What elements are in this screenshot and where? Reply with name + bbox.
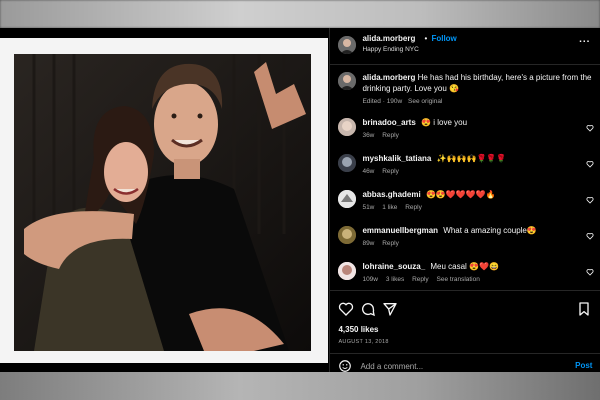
- author-username[interactable]: alida.morberg: [362, 34, 415, 43]
- polaroid-frame: [0, 38, 328, 363]
- post-header: alida.morberg • Follow Happy Ending NYC …: [330, 28, 600, 65]
- comment-like-heart-icon[interactable]: [586, 124, 594, 132]
- comment-username[interactable]: lohraine_souza_: [362, 262, 425, 271]
- comment-username[interactable]: brinadoo_arts: [362, 118, 415, 127]
- comment-body: myshkalik_tatiana ✨🙌🙌🙌🌹🌹🌹: [362, 154, 506, 163]
- comment-likes[interactable]: 1 like: [382, 204, 397, 211]
- more-options-icon[interactable]: ...: [579, 34, 590, 45]
- comment-username[interactable]: emmanuellbergman: [362, 226, 438, 235]
- comment-input[interactable]: [360, 359, 541, 373]
- comment-item: lohraine_souza_ Meu casal 😍❤️😄 109w 3 li…: [330, 260, 600, 294]
- comment-meta: 89w Reply: [362, 240, 398, 247]
- comment-meta: 109w 3 likes Reply See translation: [362, 276, 479, 283]
- caption-username[interactable]: alida.morberg: [362, 73, 415, 82]
- follow-button[interactable]: Follow: [431, 34, 456, 43]
- comment-likes[interactable]: 3 likes: [386, 276, 404, 283]
- comment-item: abbas.ghademi 😍😍❤️❤️❤️❤️🔥 51w 1 like Rep…: [330, 188, 600, 222]
- couple-photo-illustration: [14, 54, 311, 351]
- comment-item: myshkalik_tatiana ✨🙌🙌🙌🌹🌹🌹 46w Reply: [330, 152, 600, 186]
- divider: [330, 353, 600, 354]
- comment-text: Meu casal 😍❤️😄: [430, 262, 499, 271]
- comment-text: What a amazing couple😍: [443, 226, 537, 235]
- comment-text: 😍 i love you: [421, 118, 468, 127]
- post-side-panel: alida.morberg • Follow Happy Ending NYC …: [329, 28, 600, 373]
- heart-outline-icon[interactable]: [338, 301, 354, 317]
- header-dot: •: [424, 34, 428, 43]
- caption-age: 190w: [386, 98, 403, 105]
- caption-sep: ·: [382, 98, 385, 105]
- caption-avatar[interactable]: [338, 72, 357, 90]
- comment-text: 😍😍❤️❤️❤️❤️🔥: [425, 190, 496, 199]
- reply-button[interactable]: Reply: [405, 204, 422, 211]
- caption-edited: Edited: [362, 98, 381, 105]
- comment-item: brinadoo_arts 😍 i love you 36w Reply: [330, 116, 600, 150]
- post-location[interactable]: Happy Ending NYC: [362, 46, 418, 53]
- comment-avatar[interactable]: [338, 154, 357, 172]
- comment-like-heart-icon[interactable]: [586, 268, 594, 276]
- paper-plane-icon[interactable]: [382, 301, 398, 317]
- post-footer: 4,350 likes AUGUST 13, 2018 Post: [330, 290, 600, 373]
- comment-meta: 36w Reply: [362, 132, 398, 139]
- blurred-background-top: [0, 0, 600, 28]
- post-comment-button[interactable]: Post: [575, 361, 592, 370]
- author-avatar[interactable]: [338, 36, 357, 54]
- post-caption: alida.morberg He has had his birthday, h…: [330, 70, 600, 110]
- reply-button[interactable]: Reply: [382, 240, 399, 247]
- comment-age: 46w: [362, 168, 375, 175]
- comment-meta: 46w Reply: [362, 168, 398, 175]
- comment-avatar[interactable]: [338, 226, 357, 244]
- comment-body: lohraine_souza_ Meu casal 😍❤️😄: [362, 262, 499, 271]
- comment-body: abbas.ghademi 😍😍❤️❤️❤️❤️🔥: [362, 190, 495, 199]
- reply-button[interactable]: Reply: [412, 276, 429, 283]
- comment-item: emmanuellbergman What a amazing couple😍 …: [330, 224, 600, 258]
- post-media: [0, 28, 330, 372]
- comment-username[interactable]: abbas.ghademi: [362, 190, 420, 199]
- speech-bubble-icon[interactable]: [360, 301, 376, 317]
- comment-age: 109w: [362, 276, 378, 283]
- comment-meta: 51w 1 like Reply: [362, 204, 421, 211]
- like-count[interactable]: 4,350 likes: [338, 325, 378, 334]
- smiley-icon[interactable]: [338, 359, 352, 373]
- caption-meta: Edited · 190w See original: [362, 98, 442, 105]
- comment-avatar[interactable]: [338, 118, 357, 136]
- see-original-link[interactable]: See original: [408, 98, 442, 105]
- post-photo[interactable]: [14, 54, 311, 351]
- comment-like-heart-icon[interactable]: [586, 160, 594, 168]
- bookmark-icon[interactable]: [576, 301, 592, 317]
- instagram-post-modal: alida.morberg • Follow Happy Ending NYC …: [0, 28, 600, 373]
- comment-like-heart-icon[interactable]: [586, 232, 594, 240]
- comment-body: brinadoo_arts 😍 i love you: [362, 118, 467, 127]
- comment-avatar[interactable]: [338, 262, 357, 280]
- comment-age: 89w: [362, 240, 375, 247]
- comment-age: 36w: [362, 132, 375, 139]
- caption-body: alida.morberg He has had his birthday, h…: [362, 72, 592, 94]
- comment-like-heart-icon[interactable]: [586, 196, 594, 204]
- reply-button[interactable]: Reply: [382, 132, 399, 139]
- see-translation-link[interactable]: See translation: [437, 276, 480, 283]
- comment-username[interactable]: myshkalik_tatiana: [362, 154, 431, 163]
- comment-avatar[interactable]: [338, 190, 357, 208]
- reply-button[interactable]: Reply: [382, 168, 399, 175]
- comment-text: ✨🙌🙌🙌🌹🌹🌹: [436, 154, 507, 163]
- comment-age: 51w: [362, 204, 375, 211]
- post-date: AUGUST 13, 2018: [338, 339, 389, 345]
- comment-body: emmanuellbergman What a amazing couple😍: [362, 226, 536, 235]
- blurred-background-bottom: [0, 372, 600, 400]
